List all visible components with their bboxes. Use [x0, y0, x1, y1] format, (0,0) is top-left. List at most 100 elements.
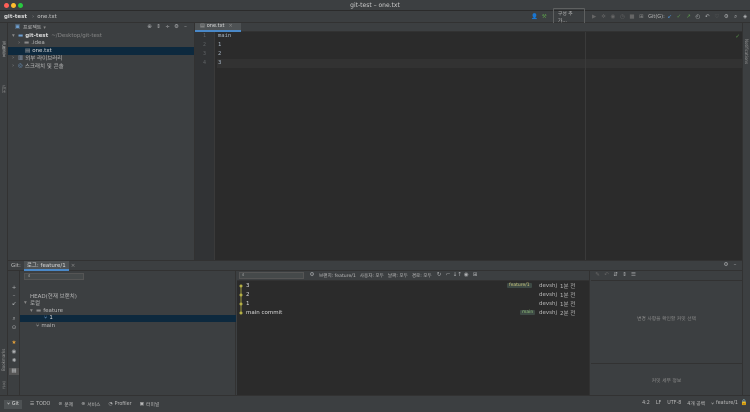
commit-tool-button[interactable]: 커밋 — [1, 75, 7, 93]
ide-icon[interactable]: ◈ — [740, 14, 749, 21]
eye-icon[interactable]: ◉ — [8, 349, 20, 356]
hide-icon[interactable]: – — [181, 24, 190, 31]
code-area[interactable]: main 1 2 3 — [217, 32, 742, 68]
tree-item-scratches[interactable]: › ◎ 스크래치 및 콘솔 — [8, 62, 194, 70]
attach-icon[interactable]: ⊞ — [637, 14, 646, 21]
branch-feature-1[interactable]: ⑂ 1 — [20, 314, 236, 322]
filter-user[interactable]: 사용자: 모두 — [360, 273, 384, 279]
nav-project[interactable]: git-test — [4, 14, 27, 20]
line-number: 1 — [202, 33, 206, 39]
regex-icon[interactable]: ⚙ — [307, 272, 317, 279]
navigation-bar: git-test › one.txt 👤 ⚒ 구성 추가... ▶ ✲ ◉ ◷ … — [0, 8, 750, 26]
commit-row[interactable]: 2 devshj 1분 전 — [237, 290, 590, 299]
update-icon[interactable]: ↙ — [8, 301, 20, 308]
group-by-icon[interactable]: ⇵ — [611, 272, 620, 279]
commit-log: ⌕ ⚙ 브랜치: feature/1 사용자: 모두 날짜: 모두 경로: 모두… — [237, 271, 590, 396]
tab-log[interactable]: 로그: feature/1 — [23, 260, 69, 271]
star-icon[interactable]: ★ — [8, 340, 20, 347]
branch-folder-feature[interactable]: ▾ ▬ feature — [20, 307, 236, 315]
close-icon[interactable]: × — [71, 263, 76, 269]
current-branch[interactable]: ⑂ feature/1 — [711, 401, 738, 407]
tree-item-idea[interactable]: › ▬ .idea — [8, 40, 194, 48]
filter-path[interactable]: 경로: 모두 — [412, 273, 432, 279]
close-icon[interactable]: × — [229, 23, 233, 29]
tool-git[interactable]: ⑂ Git — [4, 399, 22, 409]
locate-icon[interactable]: ⊕ — [145, 24, 154, 31]
stop-icon[interactable]: ■ — [627, 14, 636, 21]
line-separator[interactable]: LF — [656, 401, 661, 406]
settings-icon[interactable]: ⚙ — [722, 14, 731, 21]
branch-group-local[interactable]: ▾ 로컬 — [20, 300, 236, 307]
hide-icon[interactable]: – — [731, 262, 739, 269]
branch-head[interactable]: HEAD(현재 브랜치) — [20, 292, 236, 300]
file-encoding[interactable]: UTF-8 — [667, 401, 681, 406]
filter-date[interactable]: 날짜: 모두 — [388, 273, 408, 279]
project-panel-header: ▣ 프로젝트 ▾ ⊕ ⇕ ÷ ⚙ – — [8, 23, 194, 32]
expand-all-icon[interactable]: ÷ — [163, 24, 172, 31]
bookmarks-tool-button[interactable]: Bookmarks — [1, 343, 6, 371]
new-tab-icon[interactable]: ⊞ — [471, 272, 480, 279]
log-search-input[interactable]: ⌕ — [239, 272, 304, 279]
show-diff-icon[interactable]: ☰ — [629, 272, 638, 279]
code-line[interactable]: main — [217, 32, 742, 41]
collapse-all-icon[interactable]: ⇕ — [154, 24, 163, 31]
inspection-ok-icon[interactable]: ✓ — [735, 34, 740, 41]
remove-icon[interactable]: – — [8, 293, 20, 300]
commit-row[interactable]: main commit main devshj 2분 전 — [237, 308, 590, 317]
expand-icon[interactable]: ⇕ — [620, 272, 629, 279]
refresh-icon[interactable]: ↻ — [435, 272, 444, 279]
code-line[interactable]: 1 — [217, 41, 742, 50]
project-tool-button[interactable]: 프로젝트 — [1, 27, 7, 57]
push-icon[interactable]: ↗ — [684, 14, 693, 21]
commit-details-panel: ✎ ↶ ⇵ ⇕ ☰ 변경 사항을 확인할 커밋 선택 커밋 세부 정보 — [591, 271, 742, 396]
tool-todo[interactable]: ☰ TODO — [30, 402, 51, 407]
structure-tool-button[interactable]: 구조 — [1, 375, 7, 389]
user-icon[interactable]: 👤 — [530, 14, 539, 21]
code-line[interactable]: 2 — [217, 50, 742, 59]
tool-problems[interactable]: ⊘ 문제 — [58, 401, 73, 408]
add-icon[interactable]: + — [8, 285, 20, 292]
debug-icon[interactable]: ✲ — [599, 14, 608, 21]
code-line-current[interactable]: 3 — [217, 59, 742, 68]
history-icon[interactable]: ◴ — [693, 14, 702, 21]
git-panel-toolbar: + – ↙ ⌕ ⊙ ★ ◉ ✺ ▦ — [8, 271, 20, 396]
chevron-down-icon[interactable]: ▾ — [43, 25, 46, 31]
shield-icon[interactable]: ⊙ — [8, 325, 20, 332]
commit-row[interactable]: 3 feature/1 devshj 1분 전 — [237, 281, 590, 290]
tab-one-txt[interactable]: ▤ one.txt × — [195, 22, 241, 32]
settings-icon[interactable]: ✺ — [8, 358, 20, 365]
commit-icon[interactable]: ✓ — [674, 14, 683, 21]
run-icon[interactable]: ▶ — [589, 14, 598, 21]
indent-setting[interactable]: 4개 공백 — [687, 400, 705, 407]
hammer-icon[interactable]: ⚒ — [539, 14, 548, 21]
branch-search-input[interactable]: ⌕ — [24, 273, 84, 280]
commit-row[interactable]: 1 devshj 1분 전 — [237, 299, 590, 308]
tool-services[interactable]: ⊛ 서비스 — [81, 401, 100, 408]
pin-icon[interactable]: ♡ — [712, 14, 721, 21]
update-project-icon[interactable]: ↙ — [665, 14, 674, 21]
cherry-pick-icon[interactable]: ⌐ — [444, 272, 453, 279]
intellisort-icon[interactable]: ↓↑ — [453, 272, 462, 279]
rollback-icon[interactable]: ↶ — [703, 14, 712, 21]
gear-icon[interactable]: ⚙ — [722, 262, 730, 269]
project-panel-title[interactable]: 프로젝트 — [23, 24, 41, 31]
notifications-tool-button[interactable]: Notifications — [744, 39, 749, 79]
edit-source-icon[interactable]: ✎ — [593, 272, 602, 279]
lock-icon[interactable]: 🔒 — [740, 400, 748, 407]
gear-icon[interactable]: ⚙ — [172, 24, 181, 31]
tool-terminal[interactable]: ▣ 터미널 — [140, 401, 160, 408]
layout-icon[interactable]: ▦ — [9, 368, 19, 375]
caret-position[interactable]: 4:2 — [642, 401, 650, 406]
view-options-icon[interactable]: ◉ — [462, 272, 471, 279]
branch-main[interactable]: ⑂ main — [20, 322, 236, 330]
tree-item-root[interactable]: ▾ ▬ git-test ~/Desktop/git-test — [8, 32, 194, 40]
profile-icon[interactable]: ◷ — [618, 14, 627, 21]
details-toolbar: ✎ ↶ ⇵ ⇕ ☰ — [591, 271, 742, 281]
tool-profiler[interactable]: ◔ Profiler — [108, 402, 131, 407]
search-icon[interactable]: ⌕ — [8, 316, 20, 323]
coverage-icon[interactable]: ◉ — [608, 14, 617, 21]
filter-branch[interactable]: 브랜치: feature/1 — [319, 273, 356, 279]
revert-icon[interactable]: ↶ — [602, 272, 611, 279]
search-icon[interactable]: ⌕ — [731, 14, 740, 21]
nav-file[interactable]: one.txt — [37, 14, 57, 20]
